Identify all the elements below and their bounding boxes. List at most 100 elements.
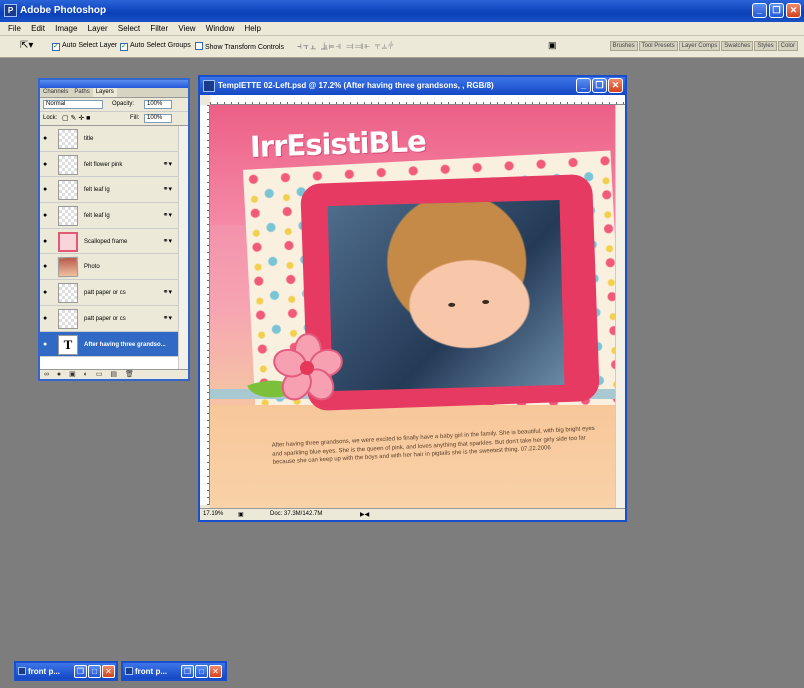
show-transform-label: Show Transform Controls: [205, 44, 284, 51]
minimize-button[interactable]: _: [752, 3, 767, 18]
well-tab-tool-presets[interactable]: Tool Presets: [638, 41, 678, 51]
link-icon[interactable]: ⚭▾: [163, 211, 172, 219]
doc-close-button[interactable]: ✕: [608, 78, 623, 93]
eye: [448, 302, 456, 307]
eye-icon[interactable]: ●: [43, 289, 47, 296]
document-canvas[interactable]: IrrEsistiBLe After having three grandson…: [210, 105, 615, 508]
close-icon[interactable]: ✕: [209, 665, 222, 678]
document-icon: [125, 667, 133, 675]
eye-icon[interactable]: ●: [43, 315, 47, 322]
well-tab-styles[interactable]: Styles: [754, 41, 777, 51]
link-icon[interactable]: ⚭▾: [163, 185, 172, 193]
minimized-window-2[interactable]: front p... ❐ □ ✕: [121, 661, 227, 681]
layer-row[interactable]: ● T After having three grandso...: [40, 331, 180, 358]
restore-icon[interactable]: ❐: [74, 665, 87, 678]
zoom-level[interactable]: 17.19%: [203, 511, 223, 517]
layer-row[interactable]: ● patt paper or cs ⚭▾: [40, 280, 180, 306]
photoshop-icon: P: [4, 4, 17, 17]
blend-mode-select[interactable]: Normal: [43, 100, 103, 109]
document-icon: [18, 667, 26, 675]
menu-layer[interactable]: Layer: [88, 22, 108, 36]
link-icon[interactable]: ⚭▾: [163, 160, 172, 168]
well-tab-color[interactable]: Color: [777, 41, 798, 51]
eye-icon[interactable]: ●: [43, 238, 47, 245]
status-bar: 17.19% ▣ Doc: 37.3M/142.7M ▶◀: [200, 508, 625, 520]
layer-row[interactable]: ● patt paper or cs ⚭▾: [40, 305, 180, 332]
opacity-input[interactable]: 100%: [144, 100, 172, 109]
status-icon[interactable]: ▣: [238, 511, 244, 518]
layer-thumbnail: [58, 206, 78, 227]
maximize-icon[interactable]: □: [195, 665, 208, 678]
layer-list: ● title ● felt flower pink ⚭▾ ● felt leaf lg ⚭▾…: [40, 126, 180, 370]
menu-help[interactable]: Help: [244, 22, 260, 36]
auto-select-layer-checkbox[interactable]: Auto Select Layer: [52, 42, 117, 51]
eye-icon[interactable]: ●: [43, 263, 47, 270]
layer-thumbnail: [58, 231, 78, 252]
document-titlebar[interactable]: TempIETTE 02-Left.psd @ 17.2% (After hav…: [200, 77, 625, 95]
document-title: TempIETTE 02-Left.psd @ 17.2% (After hav…: [218, 81, 494, 90]
auto-select-groups-checkbox[interactable]: Auto Select Groups: [120, 42, 191, 51]
palette-well-icon[interactable]: ▣: [548, 40, 557, 51]
menu-edit[interactable]: Edit: [31, 22, 45, 36]
eye-icon[interactable]: ●: [43, 161, 47, 168]
status-arrow-icon[interactable]: ▶◀: [360, 511, 369, 518]
layer-row[interactable]: ● Photo: [40, 254, 180, 281]
layer-thumbnail: [57, 257, 79, 278]
doc-minimize-button[interactable]: _: [576, 78, 591, 93]
layer-thumbnail: T: [58, 334, 78, 355]
tab-paths[interactable]: Paths: [71, 88, 92, 97]
girl-photo: [327, 199, 565, 392]
link-icon[interactable]: ⚭▾: [163, 314, 172, 322]
menu-bar: File Edit Image Layer Select Filter View…: [0, 22, 804, 36]
auto-select-layer-label: Auto Select Layer: [62, 42, 118, 49]
well-tab-layer-comps[interactable]: Layer Comps: [678, 41, 721, 51]
layers-scrollbar[interactable]: [178, 126, 188, 370]
eye-icon[interactable]: ●: [43, 212, 47, 219]
layer-row[interactable]: ● title: [40, 126, 180, 152]
layer-row[interactable]: ● Scalloped frame ⚭▾: [40, 228, 180, 255]
menu-file[interactable]: File: [8, 22, 21, 36]
lock-label: Lock:: [43, 115, 58, 121]
vertical-scrollbar[interactable]: [615, 105, 625, 508]
layer-row[interactable]: ● felt leaf lg ⚭▾: [40, 177, 180, 204]
tab-channels[interactable]: Channels: [40, 88, 71, 97]
minimized-window-1[interactable]: front p... ❐ □ ✕: [14, 661, 118, 681]
maximize-icon[interactable]: □: [88, 665, 101, 678]
document-icon: [203, 80, 215, 92]
app-title: Adobe Photoshop: [20, 5, 107, 16]
eye-icon[interactable]: ●: [43, 341, 47, 348]
link-icon[interactable]: ⚭▾: [163, 237, 172, 245]
menu-image[interactable]: Image: [55, 22, 77, 36]
layer-row[interactable]: ● felt flower pink ⚭▾: [40, 151, 180, 178]
well-tab-swatches[interactable]: Swatches: [721, 41, 754, 51]
doc-restore-button[interactable]: ❐: [592, 78, 607, 93]
palette-titlebar[interactable]: [40, 80, 188, 88]
restore-icon[interactable]: ❐: [181, 665, 194, 678]
auto-select-groups-label: Auto Select Groups: [130, 42, 191, 49]
menu-filter[interactable]: Filter: [150, 22, 168, 36]
align-icons[interactable]: ⫞⫟⫠ ⫡⫢⫣ ⫤⫥⫦ ⫧⫨⫩: [297, 41, 395, 52]
layer-name: Photo: [84, 264, 100, 271]
link-icon[interactable]: ⚭▾: [163, 288, 172, 296]
menu-view[interactable]: View: [178, 22, 195, 36]
menu-window[interactable]: Window: [206, 22, 234, 36]
restore-button[interactable]: ❐: [769, 3, 784, 18]
tab-layers[interactable]: Layers: [92, 88, 117, 97]
eye-icon[interactable]: ●: [43, 186, 47, 193]
menu-select[interactable]: Select: [118, 22, 140, 36]
lock-icons[interactable]: ▢ ✎ ✛ ■: [62, 114, 90, 122]
layer-actions[interactable]: ∞ ● ▣ ◐ ▭ ▤ 🗑: [40, 369, 188, 379]
move-tool-icon[interactable]: ⇱▾: [20, 40, 33, 51]
layer-name: Scalloped frame: [84, 238, 128, 245]
layer-row[interactable]: ● felt leaf lg ⚭▾: [40, 203, 180, 229]
layer-thumbnail: [58, 129, 78, 149]
well-tab-brushes[interactable]: Brushes: [609, 41, 638, 51]
close-icon[interactable]: ✕: [102, 665, 115, 678]
close-button[interactable]: ✕: [786, 3, 801, 18]
show-transform-checkbox[interactable]: Show Transform Controls: [195, 42, 284, 51]
eye-icon[interactable]: ●: [43, 135, 47, 142]
lock-row: Lock: ▢ ✎ ✛ ■ Fill: 100%: [40, 112, 188, 126]
horizontal-ruler[interactable]: [210, 95, 625, 105]
vertical-ruler[interactable]: [200, 105, 210, 505]
fill-input[interactable]: 100%: [144, 114, 172, 123]
